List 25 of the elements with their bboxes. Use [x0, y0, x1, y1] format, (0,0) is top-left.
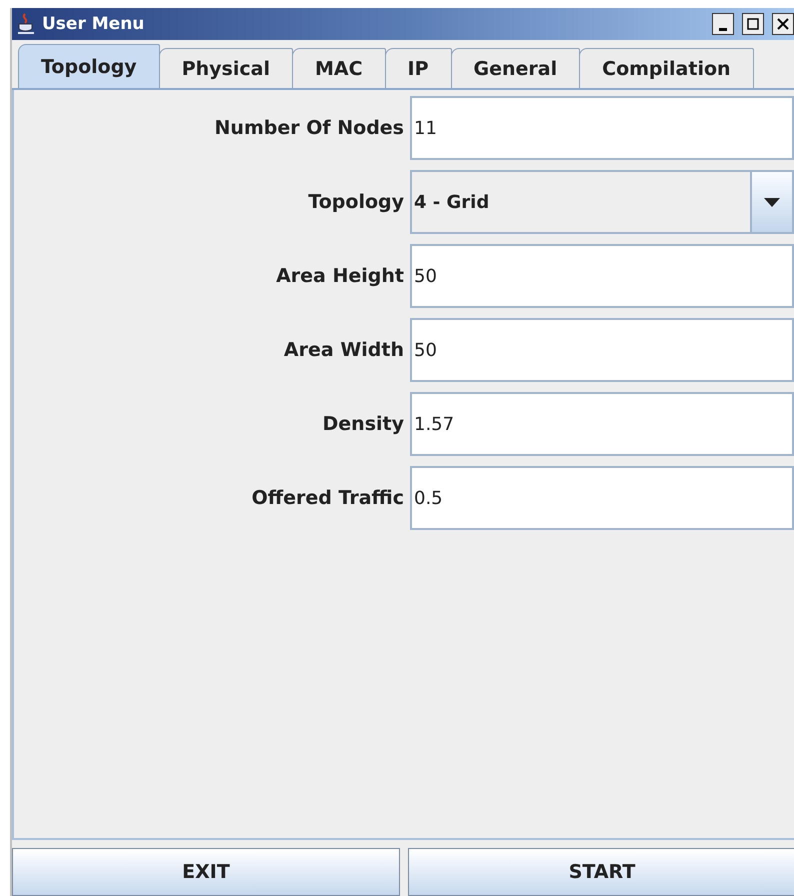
tab[interactable]: Topology: [18, 44, 160, 88]
cup-icon: [16, 13, 36, 35]
topology-dropdown[interactable]: 4 - Grid: [410, 170, 794, 234]
input-field[interactable]: 50: [410, 244, 794, 308]
minimize-button[interactable]: [712, 13, 734, 35]
window-title: User Menu: [42, 14, 146, 34]
close-button[interactable]: [772, 13, 794, 35]
caret-icon: [764, 198, 780, 206]
tab[interactable]: Compilation: [579, 48, 754, 88]
input-field[interactable]: 11: [410, 96, 794, 160]
input-field[interactable]: 0.5: [410, 466, 794, 530]
minimize-icon: [719, 28, 727, 30]
input-field[interactable]: 1.57: [410, 392, 794, 456]
exit-button[interactable]: EXIT: [12, 848, 400, 896]
field-label: Area Width: [282, 339, 405, 361]
maximize-button[interactable]: [742, 13, 764, 35]
field-label: Topology: [307, 191, 405, 213]
field-label: Offered Traffic: [250, 487, 405, 509]
field-label: Area Height: [275, 265, 405, 287]
field-label: Density: [322, 413, 405, 435]
field-label: Number Of Nodes: [214, 117, 405, 139]
close-icon: [777, 18, 789, 30]
maximize-icon: [747, 18, 759, 30]
input-field[interactable]: 50: [410, 318, 794, 382]
start-button[interactable]: START: [408, 848, 794, 896]
